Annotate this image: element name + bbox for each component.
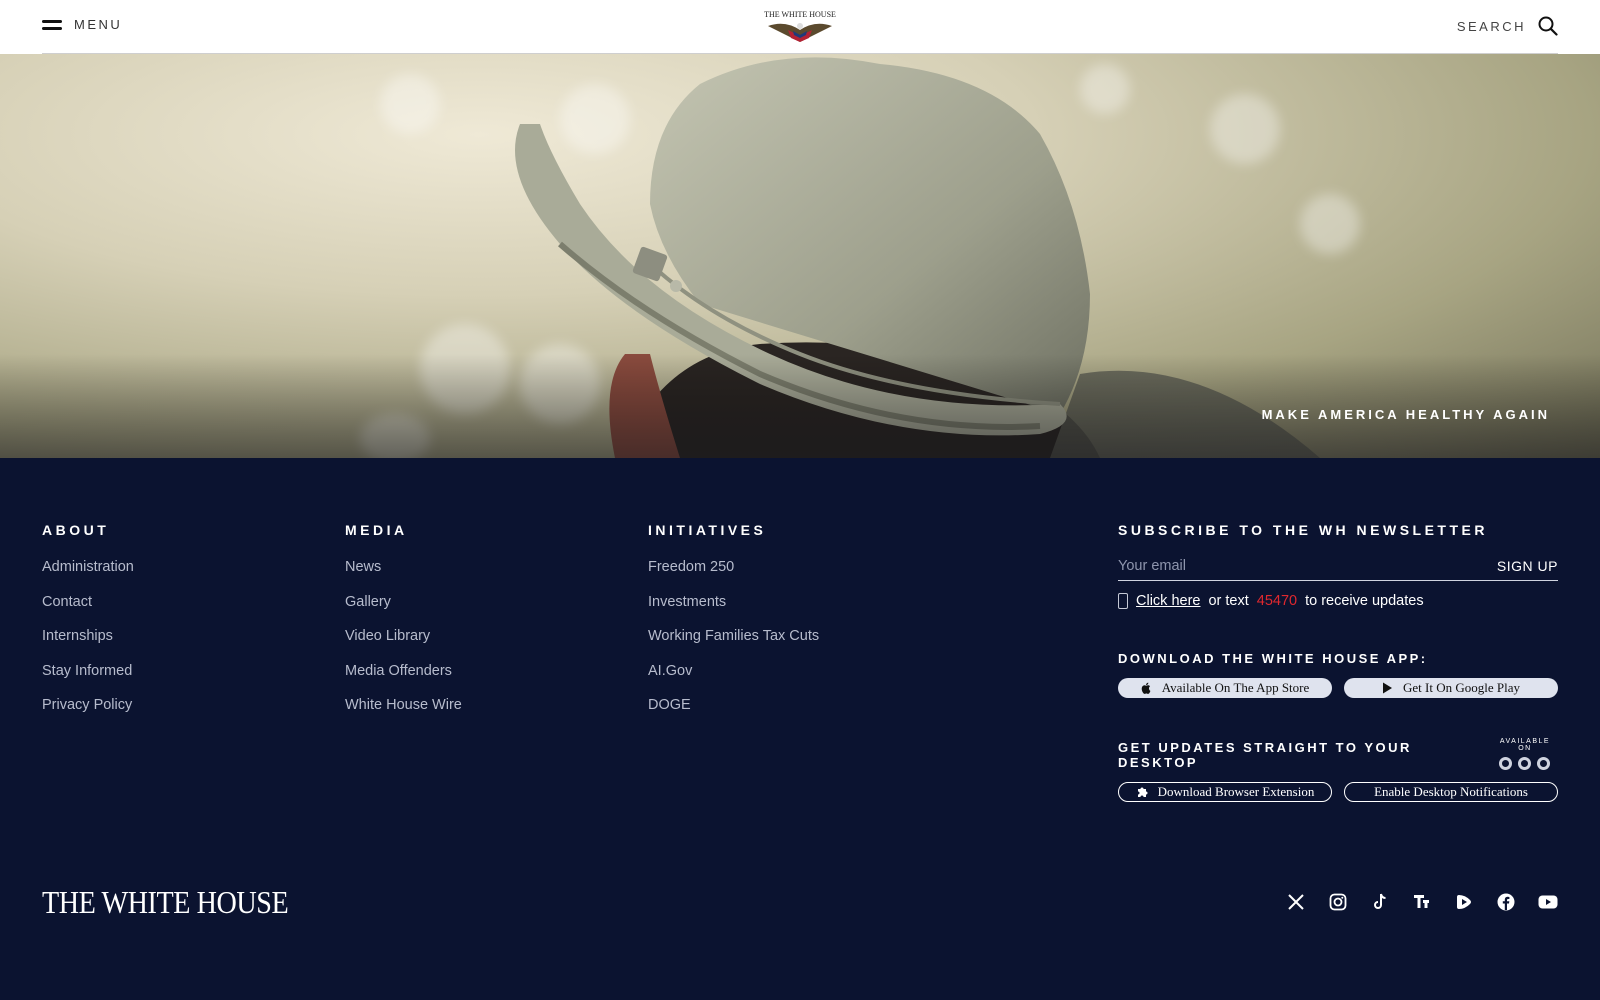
google-play-label: Get It On Google Play <box>1403 680 1520 695</box>
app-store-button[interactable]: Available On The App Store <box>1118 678 1332 698</box>
newsletter-title: SUBSCRIBE TO THE WH NEWSLETTER <box>1118 522 1488 538</box>
hero-image: MAKE AMERICA HEALTHY AGAIN <box>0 54 1600 458</box>
footer-link-video-library[interactable]: Video Library <box>345 628 430 644</box>
social-links <box>1286 892 1558 912</box>
footer-link-stay-informed[interactable]: Stay Informed <box>42 663 132 679</box>
desktop-notifications-label: Enable Desktop Notifications <box>1374 784 1528 799</box>
footer-link-freedom-250[interactable]: Freedom 250 <box>648 559 734 575</box>
tiktok-icon[interactable] <box>1370 892 1390 912</box>
google-play-icon <box>1383 682 1392 694</box>
footer-link-administration[interactable]: Administration <box>42 559 134 575</box>
search-icon <box>1538 16 1558 36</box>
hero-caption: MAKE AMERICA HEALTHY AGAIN <box>1261 407 1550 422</box>
footer-link-investments[interactable]: Investments <box>648 594 726 610</box>
footer-link-news[interactable]: News <box>345 559 381 575</box>
instagram-icon[interactable] <box>1328 892 1348 912</box>
facebook-icon[interactable] <box>1496 892 1516 912</box>
footer-link-internships[interactable]: Internships <box>42 628 113 644</box>
rumble-icon[interactable] <box>1454 892 1474 912</box>
footer-link-doge[interactable]: DOGE <box>648 697 691 713</box>
youtube-icon[interactable] <box>1538 892 1558 912</box>
footer-link-gallery[interactable]: Gallery <box>345 594 391 610</box>
click-here-link[interactable]: Click here <box>1136 593 1200 609</box>
search-button[interactable]: SEARCH <box>1457 16 1558 36</box>
footer-column-media: MEDIA News Gallery Video Library Media O… <box>345 522 462 731</box>
search-label: SEARCH <box>1456 18 1526 34</box>
sms-signup: Click here or text 45470 to receive upda… <box>1118 593 1558 609</box>
site-header: MENU THE WHITE HOUSE SEARCH <box>0 0 1600 54</box>
footer-link-ai-gov[interactable]: AI.Gov <box>648 663 692 679</box>
site-footer: ABOUT Administration Contact Internships… <box>0 458 1600 1000</box>
footer-column-initiatives: INITIATIVES Freedom 250 Investments Work… <box>648 522 819 731</box>
desktop-notifications-button[interactable]: Enable Desktop Notifications <box>1344 782 1558 802</box>
phone-icon <box>1118 593 1128 609</box>
desktop-updates-title: GET UPDATES STRAIGHT TO YOUR DESKTOP <box>1118 740 1412 770</box>
hamburger-icon <box>42 19 62 31</box>
app-store-label: Available On The App Store <box>1161 680 1310 695</box>
or-text: or text <box>1208 593 1249 609</box>
truth-social-icon[interactable] <box>1412 892 1432 912</box>
newsletter-section: SUBSCRIBE TO THE WH NEWSLETTER SIGN UP C… <box>1118 522 1558 802</box>
browser-extension-label: Download Browser Extension <box>1157 784 1315 799</box>
available-on-browsers: AVAILABLE ON <box>1492 738 1558 770</box>
logo-text: THE WHITE HOUSE <box>764 10 836 19</box>
footer-link-media-offenders[interactable]: Media Offenders <box>345 663 452 679</box>
white-house-seal-logo[interactable]: THE WHITE HOUSE <box>760 8 840 46</box>
footer-wordmark[interactable]: THE WHITE HOUSE <box>42 884 289 921</box>
footer-column-about: ABOUT Administration Contact Internships… <box>42 522 134 731</box>
footer-link-working-families-tax-cuts[interactable]: Working Families Tax Cuts <box>648 628 819 644</box>
apple-icon <box>1141 682 1151 694</box>
footer-link-contact[interactable]: Contact <box>42 594 92 610</box>
firefox-icon <box>1537 757 1551 770</box>
safari-icon <box>1518 757 1532 770</box>
email-input[interactable] <box>1118 558 1438 574</box>
footer-link-privacy-policy[interactable]: Privacy Policy <box>42 697 132 713</box>
google-play-button[interactable]: Get It On Google Play <box>1344 678 1558 698</box>
column-title: ABOUT <box>42 522 110 538</box>
puzzle-icon <box>1137 787 1148 797</box>
menu-label: MENU <box>74 17 123 32</box>
chrome-icon <box>1499 757 1513 770</box>
receive-text: to receive updates <box>1305 593 1424 609</box>
email-signup-row: SIGN UP <box>1118 558 1558 581</box>
column-title: MEDIA <box>345 522 408 538</box>
short-code: 45470 <box>1256 593 1298 609</box>
available-on-label: AVAILABLE ON <box>1499 738 1551 752</box>
sign-up-button[interactable]: SIGN UP <box>1497 558 1558 574</box>
x-icon[interactable] <box>1286 892 1306 912</box>
app-download-title: DOWNLOAD THE WHITE HOUSE APP: <box>1118 651 1428 666</box>
footer-link-white-house-wire[interactable]: White House Wire <box>345 697 462 713</box>
menu-button[interactable]: MENU <box>42 17 122 32</box>
column-title: INITIATIVES <box>648 522 767 538</box>
cowboy-hat-illustration <box>0 57 1600 458</box>
browser-extension-button[interactable]: Download Browser Extension <box>1118 782 1332 802</box>
